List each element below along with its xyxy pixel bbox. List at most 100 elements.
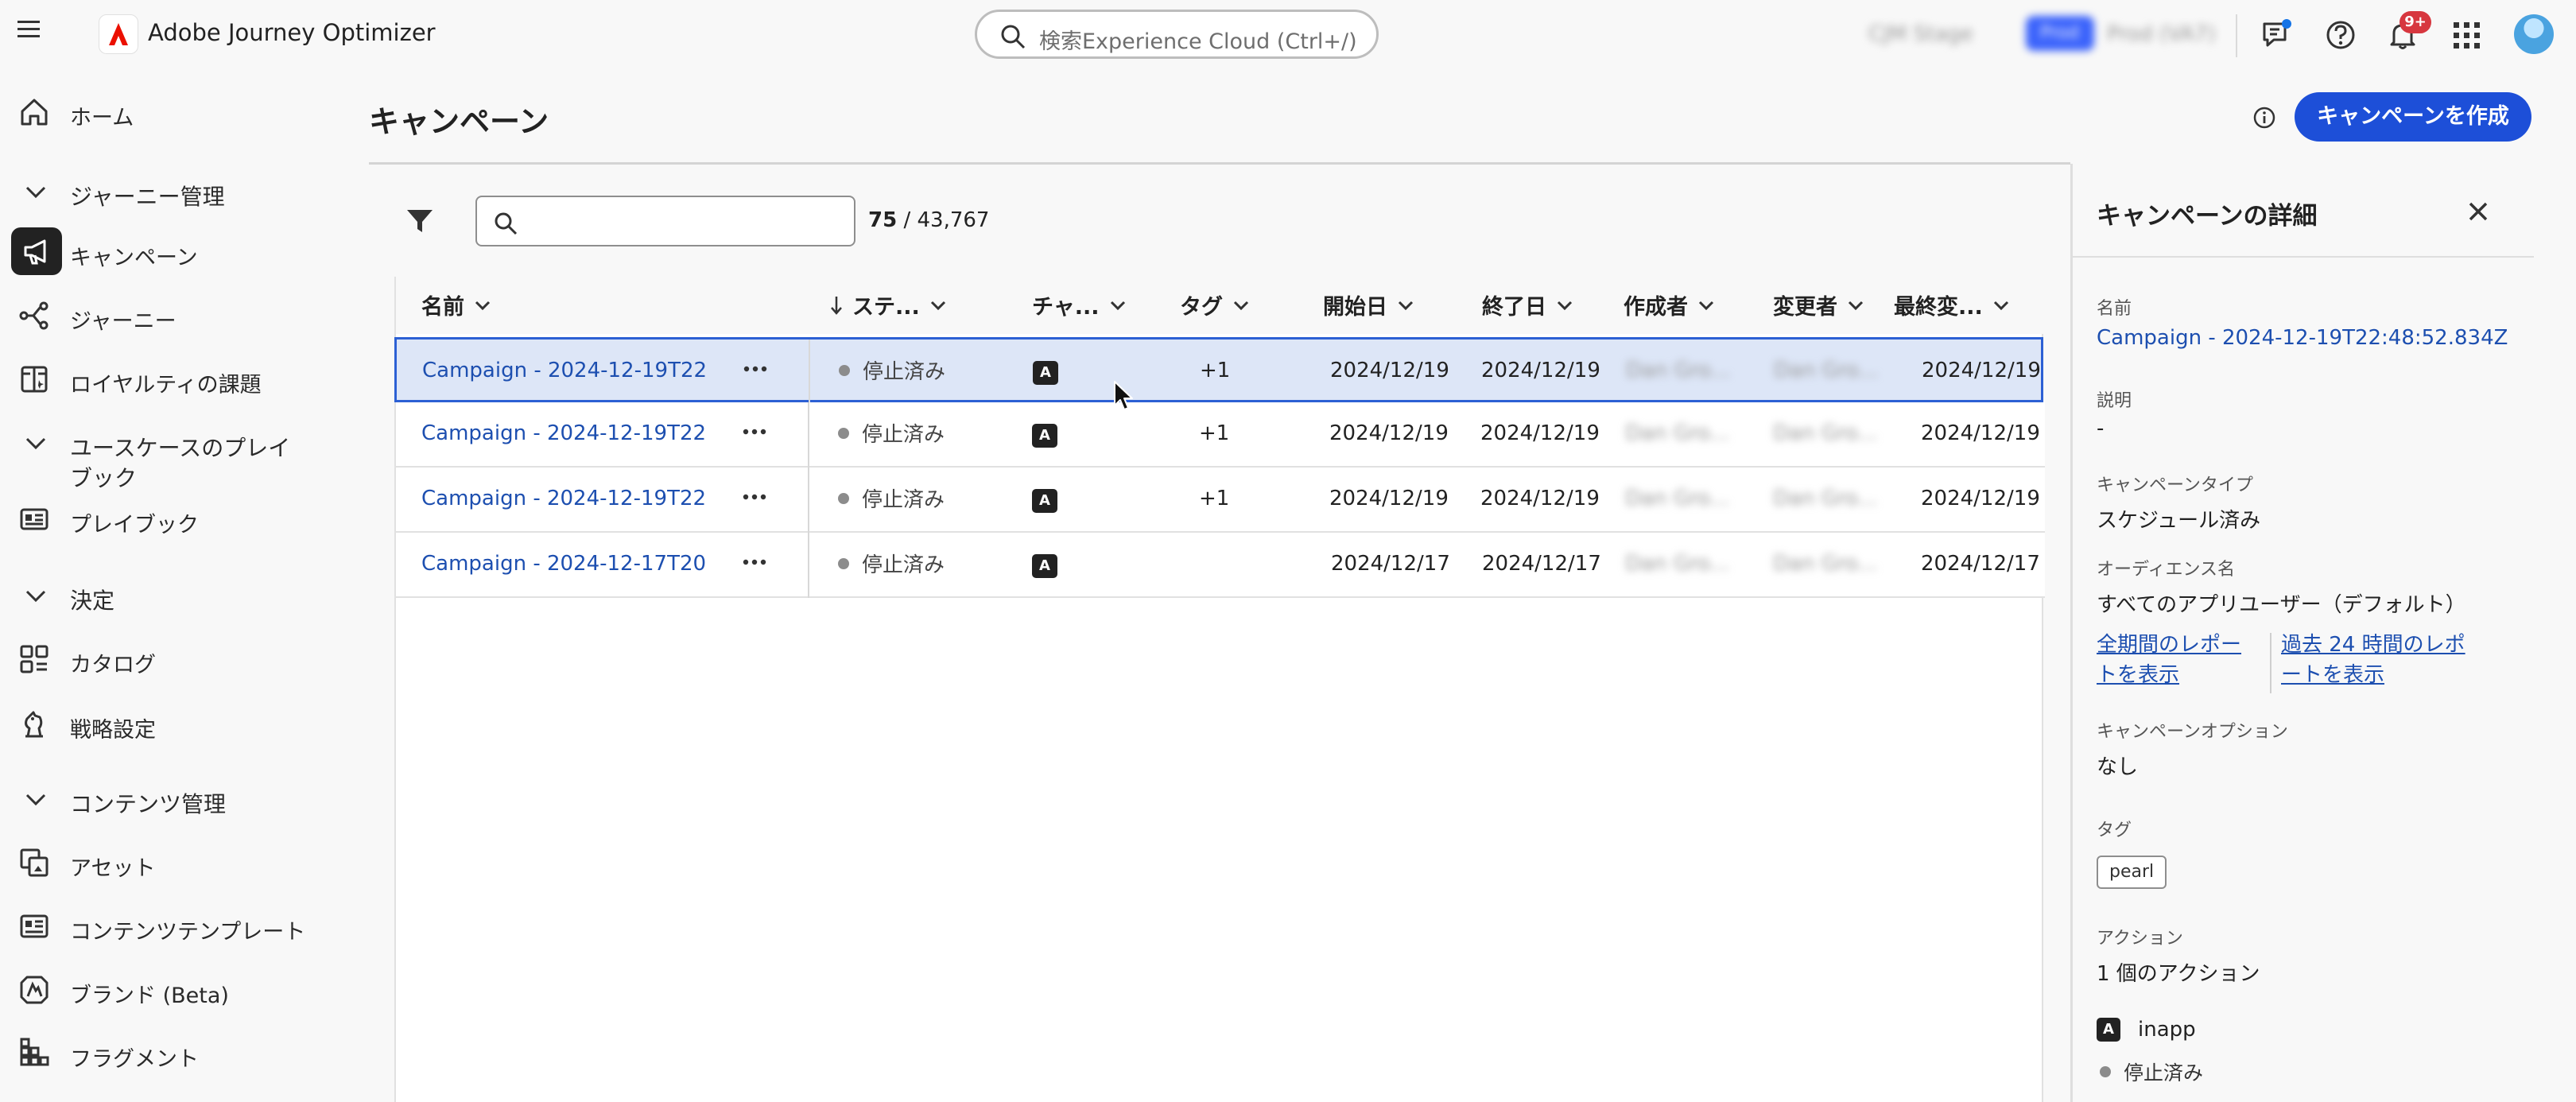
audience-value: すべてのアプリユーザー（デフォルト） [2097, 593, 2466, 617]
table-row[interactable]: Campaign - 2024-12-17T20:21:08. 停止済み A 2… [396, 533, 2045, 598]
sandbox-switcher[interactable]: Prod (VA7) [2107, 22, 2216, 46]
mouse-cursor-icon [1113, 380, 1137, 412]
status-cell: 停止済み [838, 483, 945, 513]
channel-cell: A [1032, 552, 1057, 578]
end-date-cell: 2024/12/19 [1481, 359, 1600, 382]
sidebar-group-content-management[interactable]: コンテンツ管理 [8, 771, 350, 825]
sidebar-item-label: ロイヤルティの課題 [70, 373, 262, 398]
campaign-name-link[interactable]: Campaign - 2024-12-17T20:21:08. [421, 552, 708, 576]
result-count: 75 / 43,767 [868, 208, 989, 232]
last-24h-report-link[interactable]: 過去 24 時間のレポ ートを表示 [2281, 630, 2488, 690]
more-actions-icon[interactable] [741, 418, 768, 445]
campaign-name-link[interactable]: Campaign - 2024-12-19T22:28:32 [421, 487, 708, 510]
column-header-start-date[interactable]: 開始日 [1323, 289, 1414, 320]
creator-cell: Dan Gro... [1626, 359, 1731, 382]
close-icon[interactable] [2465, 199, 2491, 224]
sidebar-group-label: 決定 [70, 588, 115, 614]
template-icon [17, 910, 51, 943]
column-label: 終了日 [1482, 295, 1546, 320]
feedback-icon[interactable] [2260, 17, 2295, 52]
sandbox-badge-label: Prod [2040, 23, 2079, 43]
column-header-last-modified[interactable]: 最終変... [1894, 289, 2010, 320]
org-switcher[interactable]: CJM Stage [1868, 22, 1973, 46]
sidebar-item-playbooks[interactable]: プレイブック [8, 491, 350, 545]
help-icon[interactable] [2323, 17, 2358, 52]
app-title[interactable]: Adobe Journey Optimizer [148, 19, 436, 46]
column-header-modifier[interactable]: 変更者 [1773, 289, 1864, 320]
link-text-line2: ートを表示 [2281, 663, 2385, 687]
campaign-type-value: スケジュール済み [2097, 509, 2261, 533]
chevron-down-icon [930, 301, 945, 310]
sidebar-item-brands[interactable]: ブランド (Beta) [8, 962, 350, 1016]
modifier-cell: Dan Gro... [1773, 421, 1878, 445]
sidebar-item-label: ブランド (Beta) [70, 984, 229, 1008]
adobe-logo-icon[interactable] [99, 14, 138, 54]
notification-count-badge: 9+ [2399, 11, 2431, 33]
sidebar-item-assets[interactable]: アセット [8, 835, 350, 889]
create-campaign-button[interactable]: キャンペーンを作成 [2295, 92, 2531, 142]
divider [2073, 256, 2534, 258]
campaign-name-link[interactable]: Campaign - 2024-12-19T22:48:52 [422, 359, 708, 382]
global-search-input[interactable]: 検索Experience Cloud (Ctrl+/) [975, 10, 1379, 59]
more-actions-icon[interactable] [741, 483, 768, 510]
column-header-tags[interactable]: タグ [1180, 289, 1250, 320]
sidebar-group-decisioning[interactable]: 決定 [8, 568, 350, 622]
info-icon[interactable] [2252, 105, 2277, 130]
sidebar-item-strategy[interactable]: 戦略設定 [8, 697, 350, 751]
name-label: 名前 [2097, 299, 2132, 319]
status-label: 停止済み [862, 553, 945, 577]
sidebar-group-usecase-playbooks[interactable]: ユースケースのプレイ ブック [8, 415, 350, 491]
sidebar-item-label: プレイブック [70, 513, 199, 537]
search-icon [999, 23, 1026, 50]
assets-icon [17, 846, 51, 879]
tags-cell: +1 [1199, 487, 1230, 510]
sidebar-item-campaigns[interactable]: キャンペーン [8, 224, 350, 278]
sidebar-item-journeys[interactable]: ジャーニー [8, 288, 350, 342]
more-actions-icon[interactable] [741, 549, 768, 576]
all-time-report-link[interactable]: 全期間のレポー トを表示 [2097, 630, 2279, 690]
table-row[interactable]: Campaign - 2024-12-19T22:48:52 停止済み A +1… [394, 337, 2043, 405]
campaign-options-label: キャンペーンオプション [2097, 722, 2288, 742]
action-name: inapp [2138, 1018, 2196, 1042]
status-cell: 停止済み [838, 549, 945, 578]
sort-descending-icon [831, 296, 842, 315]
sandbox-badge[interactable]: Prod [2026, 16, 2094, 51]
channel-cell: A [1032, 487, 1057, 513]
action-item[interactable]: A inapp [2097, 1018, 2196, 1042]
status-label: 停止済み [863, 360, 946, 384]
search-icon [493, 211, 518, 236]
user-avatar[interactable] [2514, 14, 2554, 54]
sidebar-item-catalog[interactable]: カタログ [8, 631, 350, 685]
sidebar-item-label: アセット [70, 856, 156, 881]
campaign-name-link[interactable]: Campaign - 2024-12-19T22:48:52.834Z [2097, 326, 2508, 350]
status-label: 停止済み [862, 488, 945, 512]
sidebar-item-fragments[interactable]: フラグメント [8, 1026, 350, 1080]
actions-count[interactable]: 1 個のアクション [2097, 957, 2260, 987]
tag-chip[interactable]: pearl [2097, 856, 2167, 889]
sidebar-item-content-templates[interactable]: コンテンツテンプレート [8, 898, 350, 953]
table-row[interactable]: Campaign - 2024-12-19T22:41:43. 停止済み A +… [396, 402, 2045, 468]
column-label: 最終変... [1894, 295, 1983, 320]
sidebar-item-home[interactable]: ホーム [8, 84, 350, 138]
campaign-search-input[interactable] [475, 196, 855, 246]
campaign-table: 名前 ステ... チャ... タグ 開始日 終了日 作成者 変更者 最終変...… [394, 277, 2045, 1102]
column-header-name[interactable]: 名前 [421, 289, 491, 320]
page-title: キャンペーン [369, 104, 549, 139]
column-header-creator[interactable]: 作成者 [1624, 289, 1715, 320]
app-switcher-grid-icon[interactable] [2450, 19, 2482, 51]
tags-cell: +1 [1199, 421, 1230, 445]
column-header-end-date[interactable]: 終了日 [1482, 289, 1573, 320]
channel-badge: A [1032, 489, 1057, 513]
more-actions-icon[interactable] [742, 355, 769, 382]
divider [2270, 633, 2271, 693]
sidebar-group-journey-management[interactable]: ジャーニー管理 [8, 164, 350, 218]
sidebar-item-loyalty[interactable]: ロイヤルティの課題 [8, 351, 350, 405]
creator-cell: Dan Gro... [1625, 421, 1730, 445]
sidebar-item-label: ジャーニー [70, 309, 177, 334]
hamburger-menu-icon[interactable] [16, 17, 54, 52]
column-header-status[interactable]: ステ... [830, 289, 947, 320]
table-row[interactable]: Campaign - 2024-12-19T22:28:32 停止済み A +1… [396, 468, 2045, 533]
campaign-name-link[interactable]: Campaign - 2024-12-19T22:41:43. [421, 421, 708, 445]
column-header-channel[interactable]: チャ... [1032, 289, 1127, 320]
filter-icon[interactable] [404, 205, 436, 237]
